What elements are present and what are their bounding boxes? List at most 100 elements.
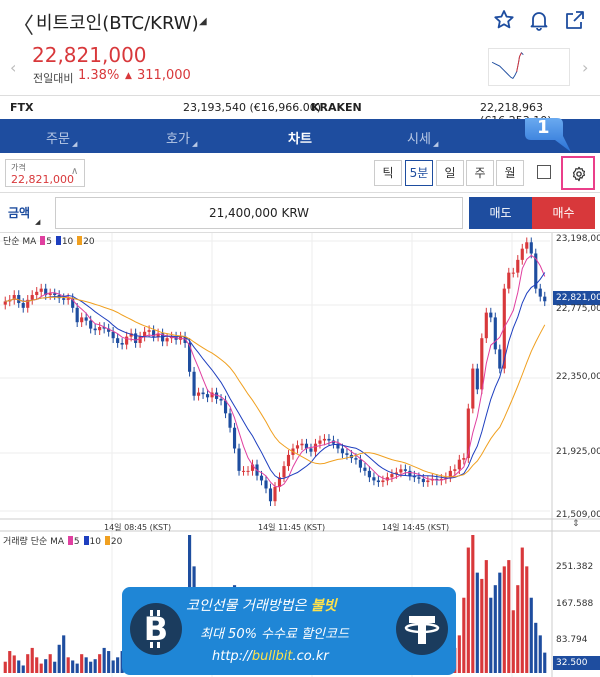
- candle-body: [399, 469, 403, 473]
- change-percent: 1.38%: [78, 68, 120, 83]
- ad-banner[interactable]: B 코인선물 거래방법은 불빗 최대 50% 수수료 할인코드 http://b…: [122, 587, 456, 675]
- price-selector[interactable]: 가격 22,821,000 ∧: [5, 159, 85, 187]
- next-coin-icon[interactable]: ›: [582, 58, 588, 77]
- title-dropdown-icon[interactable]: ◢: [199, 16, 207, 27]
- volume-bar: [529, 597, 533, 673]
- ad-headline: 코인선물 거래방법은 불빗: [186, 598, 337, 614]
- share-icon[interactable]: [563, 8, 587, 32]
- volume-bar: [102, 647, 106, 673]
- candle-body: [201, 392, 205, 395]
- candle-body: [426, 480, 430, 483]
- tab-order[interactable]: 주문: [46, 128, 70, 147]
- app-header: 〈 비트코인(BTC/KRW) ◢: [0, 0, 600, 40]
- interval-week[interactable]: 주: [466, 160, 494, 186]
- volume-bar: [26, 654, 30, 673]
- mini-chart[interactable]: [488, 48, 570, 86]
- volume-bar: [8, 651, 12, 673]
- fullscreen-checkbox[interactable]: [537, 165, 551, 179]
- tether-logo-icon: [396, 603, 448, 655]
- candle-body: [268, 488, 273, 502]
- tab-orderbook[interactable]: 호가: [166, 128, 190, 147]
- tab-market[interactable]: 시세: [407, 128, 431, 147]
- back-icon[interactable]: 〈: [12, 8, 34, 40]
- volume-bar: [57, 644, 61, 673]
- buy-button[interactable]: 매수: [532, 197, 595, 229]
- amount-input[interactable]: 21,400,000 KRW: [55, 197, 463, 229]
- candle-body: [421, 478, 425, 483]
- interval-day[interactable]: 일: [436, 160, 464, 186]
- candle-body: [322, 438, 327, 441]
- candle-body: [466, 408, 470, 459]
- tab-chart[interactable]: 차트: [288, 128, 312, 147]
- ma5-line: [5, 254, 546, 488]
- volume-bar: [93, 659, 97, 673]
- volume-bar: [543, 652, 547, 673]
- volume-y-label: 251.382: [556, 562, 594, 572]
- volume-legend-label: 거래량 단순 MA: [3, 537, 65, 547]
- volume-bar: [66, 657, 70, 673]
- tab-bar: 주문 ◢ 호가 ◢ 차트 시세 ◢: [0, 119, 600, 153]
- candle-body: [273, 486, 277, 502]
- price-selector-value: 22,821,000: [11, 173, 74, 186]
- candle-body: [493, 317, 497, 350]
- volume-bar: [516, 585, 520, 673]
- volume-bar: [71, 660, 75, 673]
- candle-body: [53, 293, 57, 296]
- volume-bar: [35, 657, 39, 673]
- amount-caret-icon: ◢: [35, 218, 41, 226]
- y-axis-label: 22,775,000: [556, 304, 600, 314]
- candle-body: [403, 469, 407, 471]
- exchange-name: FTX: [10, 101, 34, 114]
- x-axis-label: 14일 08:45 (KST): [104, 523, 172, 532]
- volume-bar: [471, 535, 475, 673]
- y-axis-label: 22,350,000: [556, 372, 600, 382]
- volume-legend: 거래량 단순 MA 5 10 20: [3, 534, 122, 547]
- interval-5min[interactable]: 5분: [405, 160, 433, 186]
- candle-body: [111, 331, 115, 339]
- resize-handle-icon[interactable]: ⇕: [572, 519, 580, 529]
- volume-bar: [84, 657, 88, 673]
- candle-body: [219, 398, 223, 401]
- candle-body: [147, 330, 151, 332]
- candle-body: [205, 394, 210, 398]
- interval-month[interactable]: 월: [496, 160, 524, 186]
- candle-body: [318, 440, 322, 444]
- exchange-name: KRAKEN: [311, 101, 362, 114]
- candle-body: [241, 470, 246, 472]
- candle-body: [480, 338, 484, 390]
- candle-body: [516, 259, 520, 273]
- prev-coin-icon[interactable]: ‹: [10, 58, 16, 77]
- svg-text:B: B: [144, 610, 168, 648]
- exchange-value: 23,193,540 (€16,966.00): [183, 101, 322, 114]
- chart-controls: 가격 22,821,000 ∧ 틱 5분 일 주 월: [0, 153, 600, 193]
- candle-body: [367, 470, 371, 478]
- candle-body: [345, 453, 349, 455]
- candle-body: [340, 448, 345, 454]
- volume-bar: [80, 654, 84, 673]
- volume-bar: [75, 663, 79, 673]
- ad-url: http://bullbit.co.kr: [212, 649, 329, 664]
- ma-legend-label: 단순 MA: [3, 237, 37, 247]
- volume-bar: [89, 661, 93, 673]
- sell-button[interactable]: 매도: [469, 197, 532, 229]
- ma-legend-10: 10: [61, 237, 74, 247]
- volume-bar: [62, 635, 66, 673]
- x-axis-label: 14일 14:45 (KST): [382, 523, 450, 532]
- volume-bar: [3, 661, 7, 673]
- candle-body: [62, 298, 66, 300]
- candle-body: [39, 288, 43, 292]
- page-title[interactable]: 비트코인(BTC/KRW): [36, 9, 199, 35]
- candle-body: [116, 338, 120, 343]
- volume-bar: [17, 660, 21, 673]
- candle-body: [529, 242, 533, 254]
- y-axis-label: 21,925,000: [556, 447, 600, 457]
- volume-bar: [520, 547, 524, 673]
- star-icon[interactable]: [492, 8, 516, 32]
- amount-label[interactable]: 금액: [8, 204, 30, 221]
- settings-button[interactable]: [561, 156, 595, 190]
- interval-tick[interactable]: 틱: [374, 160, 402, 186]
- candle-body: [237, 448, 241, 471]
- ma10-line: [5, 272, 546, 480]
- bell-icon[interactable]: [527, 8, 551, 32]
- candle-body: [80, 317, 84, 323]
